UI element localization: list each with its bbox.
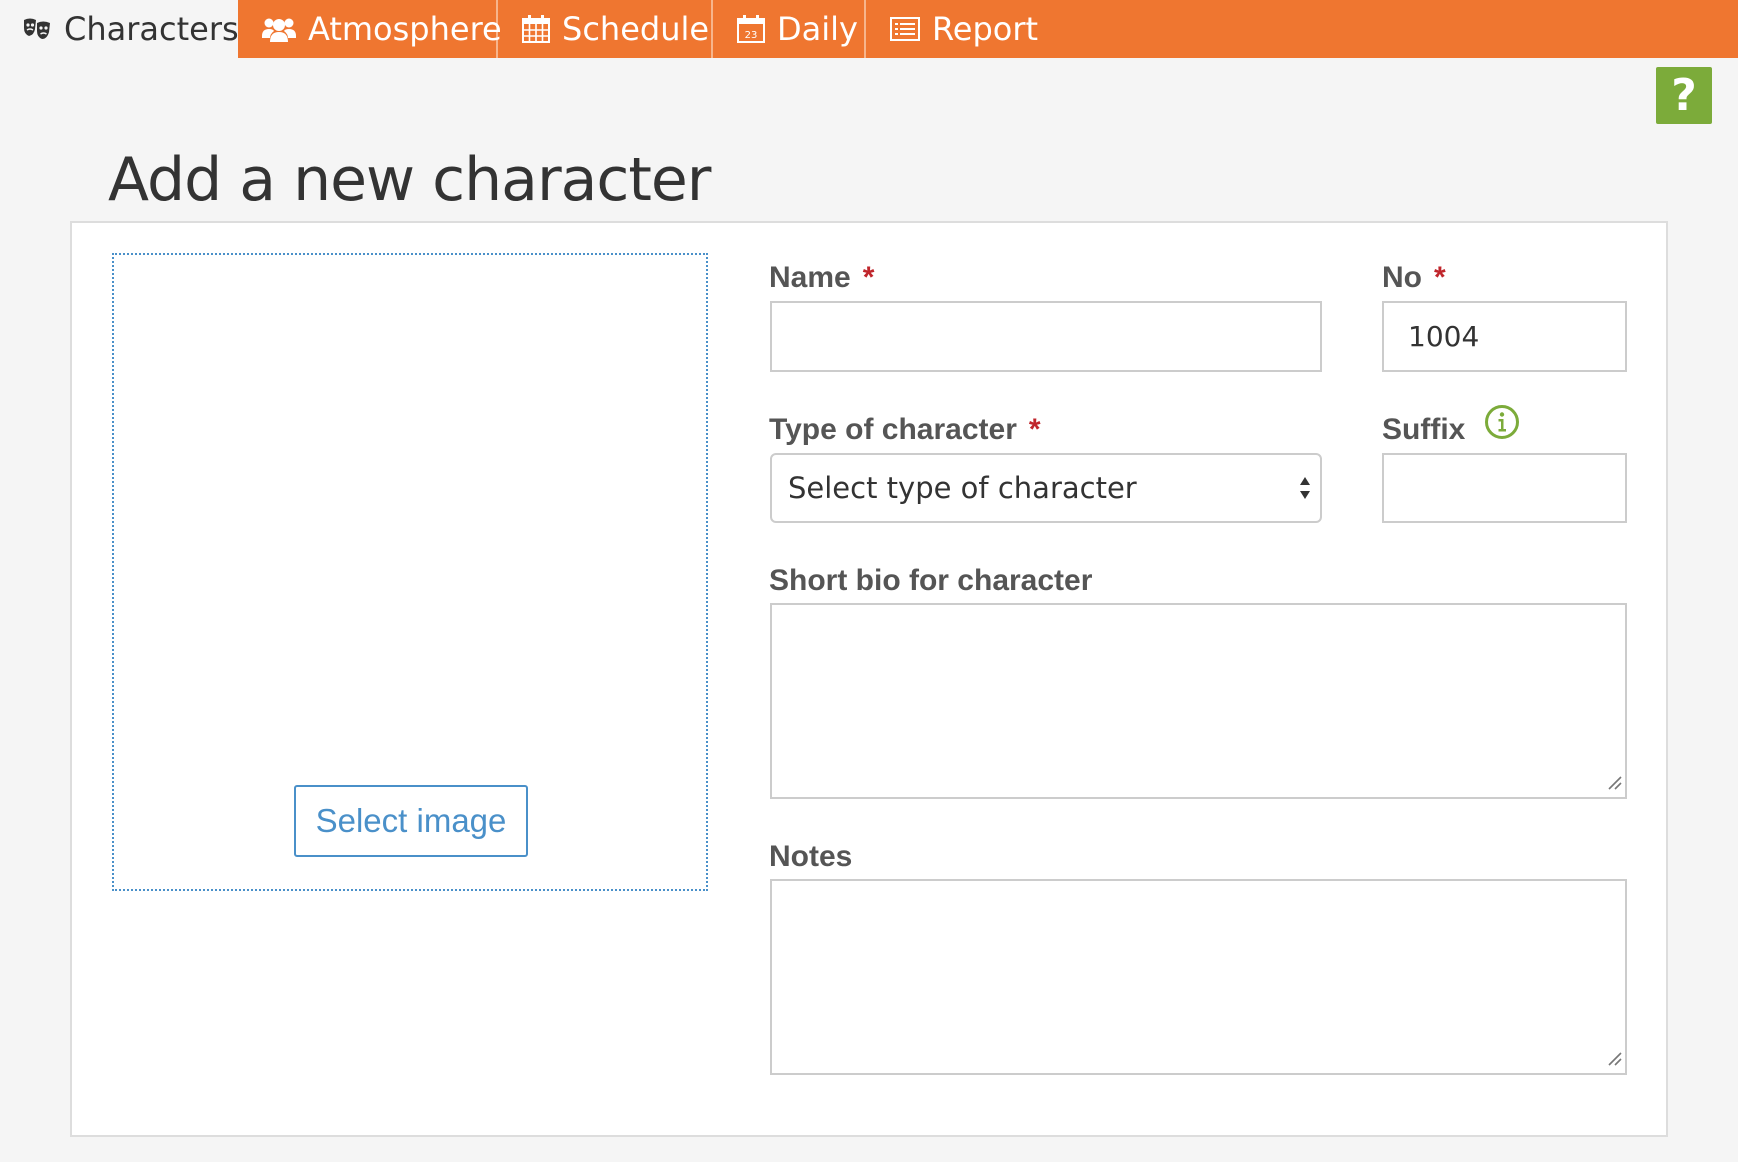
- calendar-grid-icon: [522, 15, 550, 43]
- notes-label: Notes: [769, 840, 853, 873]
- name-label-text: Name: [769, 261, 851, 294]
- suffix-input[interactable]: [1382, 453, 1627, 523]
- tab-atmosphere[interactable]: Atmosphere: [238, 0, 502, 58]
- report-list-icon: [890, 17, 920, 41]
- tab-daily[interactable]: 23 Daily: [713, 0, 866, 58]
- type-select-value: Select type of character: [788, 471, 1137, 505]
- select-image-button[interactable]: Select image: [294, 785, 528, 857]
- type-required-mark: *: [1028, 413, 1041, 446]
- page-title: Add a new character: [108, 145, 711, 215]
- no-label: No *: [1382, 260, 1446, 296]
- tab-characters-label: Characters: [64, 10, 239, 48]
- help-icon: ?: [1671, 70, 1697, 121]
- tab-daily-label: Daily: [777, 10, 858, 48]
- bio-textarea[interactable]: [770, 603, 1627, 799]
- suffix-label: Suffix: [1382, 404, 1520, 449]
- resize-grip-icon[interactable]: [1605, 773, 1623, 795]
- notes-textarea[interactable]: [770, 879, 1627, 1075]
- svg-text:23: 23: [745, 30, 758, 41]
- suffix-label-text: Suffix: [1382, 413, 1466, 446]
- top-navigation: Characters Atmosphere Schedule 23 Daily …: [0, 0, 1738, 58]
- name-label: Name *: [769, 260, 874, 296]
- character-form-card: Select image Name * No * 1004 Type of char…: [70, 221, 1668, 1137]
- type-label-text: Type of character: [769, 413, 1017, 446]
- type-label: Type of character *: [769, 412, 1041, 448]
- calendar-day-icon: 23: [737, 15, 765, 43]
- bio-label: Short bio for character: [769, 564, 1093, 597]
- image-drop-zone[interactable]: Select image: [112, 253, 708, 891]
- name-input[interactable]: [770, 301, 1322, 372]
- theater-masks-icon: [22, 17, 52, 41]
- select-arrows-icon: [1298, 473, 1312, 510]
- no-required-mark: *: [1434, 261, 1446, 294]
- tab-report-label: Report: [932, 10, 1039, 48]
- no-label-text: No: [1382, 261, 1422, 294]
- tab-characters[interactable]: Characters: [0, 0, 239, 58]
- users-icon: [262, 16, 296, 42]
- tab-report[interactable]: Report: [866, 0, 1038, 58]
- no-input[interactable]: 1004: [1382, 301, 1627, 372]
- name-required-mark: *: [862, 261, 875, 294]
- help-button[interactable]: ?: [1656, 67, 1712, 124]
- type-select[interactable]: Select type of character: [770, 453, 1322, 523]
- tab-atmosphere-label: Atmosphere: [308, 10, 502, 48]
- info-circle-icon[interactable]: [1484, 404, 1520, 449]
- tab-schedule[interactable]: Schedule: [498, 0, 713, 58]
- resize-grip-icon[interactable]: [1605, 1049, 1623, 1071]
- tab-schedule-label: Schedule: [562, 10, 710, 48]
